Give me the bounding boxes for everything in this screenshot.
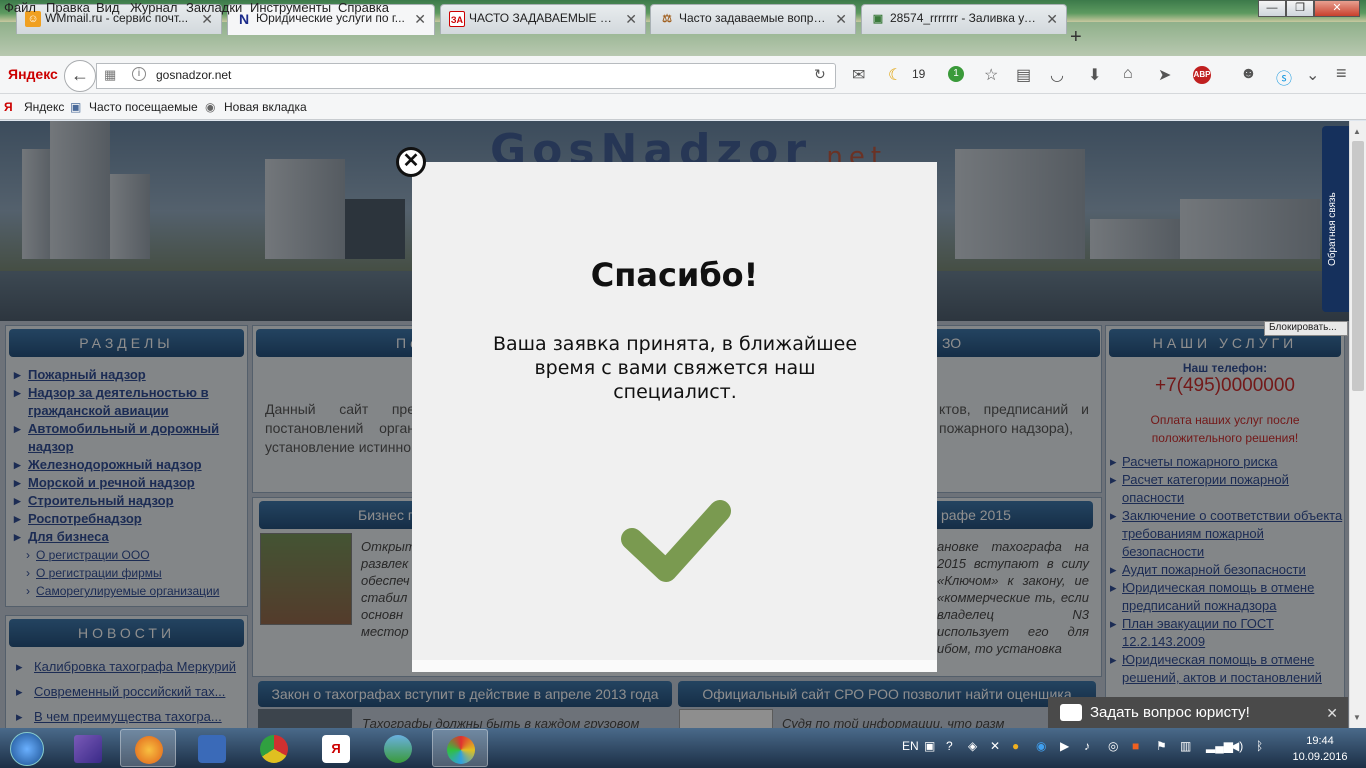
language-indicator[interactable]: EN [902,739,919,753]
home-icon[interactable]: ⌂ [1123,65,1133,83]
scrollbar-thumb[interactable] [1352,141,1364,391]
tray-shield-icon[interactable]: ◈ [968,739,977,753]
scales-favicon-icon: ⚖ [662,13,672,25]
modal-title: Спасибо! [590,256,759,294]
tray-network-icon[interactable]: ▥ [1180,739,1191,753]
system-clock[interactable]: 19:44 10.09.2016 [1290,733,1350,765]
adblock-icon[interactable]: ABP [1193,66,1211,84]
window-controls: — ❐ ✕ [1258,0,1360,17]
tray-flag-icon[interactable]: ⚑ [1156,739,1167,753]
url-text[interactable]: gosnadzor.net [156,68,231,82]
bookmark-new-tab[interactable]: Новая вкладка [224,100,307,114]
moon-count: 19 [912,67,926,81]
ask-lawyer-label: Задать вопрос юристу! [1090,704,1250,721]
tray-pdf-icon[interactable]: ▣ [924,739,935,753]
frequent-icon: ▣ [70,100,82,114]
clock-time: 19:44 [1306,735,1334,747]
pocket-icon[interactable]: ◡ [1050,65,1064,85]
image-favicon-icon: ▣ [872,13,884,25]
tray-signal-icon[interactable]: ▂▄▆ [1206,739,1233,753]
tab-faq[interactable]: ⚖ Часто задаваемые вопрос... ✕ [650,4,856,34]
tray-media-icon[interactable]: ▶ [1060,739,1069,753]
za-favicon-icon: ЗА [449,11,465,27]
tab-upload[interactable]: ▣ 28574_rrrrrrr - Заливка уда... ✕ [861,4,1067,34]
taskbar-paint[interactable] [432,729,488,767]
tab-title: 28574_rrrrrrr - Заливка уда... [890,11,1040,25]
thank-you-modal [412,162,937,672]
clock-date: 10.09.2016 [1292,751,1348,763]
taskbar-chrome[interactable] [246,729,302,767]
hamburger-menu-icon[interactable]: ≡ [1336,63,1347,84]
taskbar-audio[interactable] [184,729,240,767]
moon-icon[interactable]: ☾ [888,65,902,85]
taskbar-email-app[interactable] [60,729,116,767]
download-icon[interactable]: ⬇ [1088,65,1101,85]
minimize-button[interactable]: — [1258,0,1286,17]
send-icon[interactable]: ➤ [1158,65,1171,85]
skype-icon[interactable]: ⓢ [1276,65,1292,89]
notification-badge[interactable]: 1 [948,66,964,82]
bookmark-star-icon[interactable]: ☆ [984,65,998,85]
close-window-button[interactable]: ✕ [1314,0,1360,17]
yandex-bookmark-icon: Я [4,100,13,114]
tray-volume-icon[interactable]: ◀) [1230,739,1243,753]
menu-bookmarks[interactable]: Закладки [186,0,242,15]
tab-faq-caps[interactable]: ЗА ЧАСТО ЗАДАВАЕМЫЕ ВО... ✕ [440,4,646,34]
reading-list-icon[interactable]: ▤ [1016,65,1031,85]
feedback-tab[interactable]: Обратная связь [1322,126,1349,312]
tray-music-icon[interactable]: ♪ [1084,739,1090,753]
menu-help[interactable]: Справка [338,0,389,15]
globe-icon: ◉ [205,100,216,114]
menu-file[interactable]: Файл [4,0,36,15]
ask-lawyer-close-icon[interactable]: ✕ [1326,697,1338,729]
start-button[interactable] [0,728,56,768]
bookmark-yandex[interactable]: Яндекс [24,100,64,114]
taskbar-app[interactable] [370,729,426,767]
tab-close-icon[interactable]: ✕ [625,11,637,28]
tab-close-icon[interactable]: ✕ [835,11,847,28]
tray-circle-icon[interactable]: ● [1012,739,1019,753]
bookmark-frequent[interactable]: Часто посещаемые [89,100,198,114]
tab-close-icon[interactable]: ✕ [1046,11,1058,28]
chat-bubble-icon [1060,704,1082,721]
tray-skype-icon[interactable]: ◉ [1036,739,1046,753]
tab-close-icon[interactable]: ✕ [414,11,426,28]
maximize-button[interactable]: ❐ [1286,0,1314,17]
menu-edit[interactable]: Правка [46,0,90,15]
chevron-down-icon[interactable]: ⌄ [1306,65,1319,85]
tab-title: Часто задаваемые вопрос... [679,11,829,25]
back-button[interactable]: ← [64,60,96,92]
menu-view[interactable]: Вид [96,0,120,15]
tray-bluetooth-icon[interactable]: ᛒ [1256,739,1263,753]
checkmark-icon [620,495,732,588]
tray-tools-icon[interactable]: ✕ [990,739,1000,753]
block-popup-button[interactable]: Блокировать... [1264,321,1348,336]
mail-icon[interactable]: ✉ [852,65,865,85]
taskbar-firefox[interactable] [120,729,176,767]
page-scrollbar[interactable]: ▲ ▼ [1349,121,1366,728]
modal-close-button[interactable]: ✕ [396,147,426,177]
new-tab-button[interactable]: + [1070,26,1082,49]
info-icon[interactable]: i [132,67,146,81]
menu-tools[interactable]: Инструменты [250,0,331,15]
reader-icon[interactable]: ▦ [104,67,116,83]
modal-message: Ваша заявка принята, в ближайшее время с… [492,333,858,403]
yandex-logo[interactable]: Яндекс [8,66,58,82]
taskbar-yandex[interactable]: Я [308,729,364,767]
tray-app-icon[interactable]: ◎ [1108,739,1118,753]
tab-title: ЧАСТО ЗАДАВАЕМЫЕ ВО... [469,11,619,25]
reload-icon[interactable]: ↻ [814,66,826,83]
ask-lawyer-widget[interactable]: Задать вопрос юристу! ✕ [1048,697,1348,729]
menu-history[interactable]: Журнал [130,0,177,15]
chat-icon[interactable]: ☻ [1240,65,1257,83]
tray-help-icon[interactable]: ? [946,739,953,753]
tray-orange-icon[interactable]: ■ [1132,739,1139,753]
